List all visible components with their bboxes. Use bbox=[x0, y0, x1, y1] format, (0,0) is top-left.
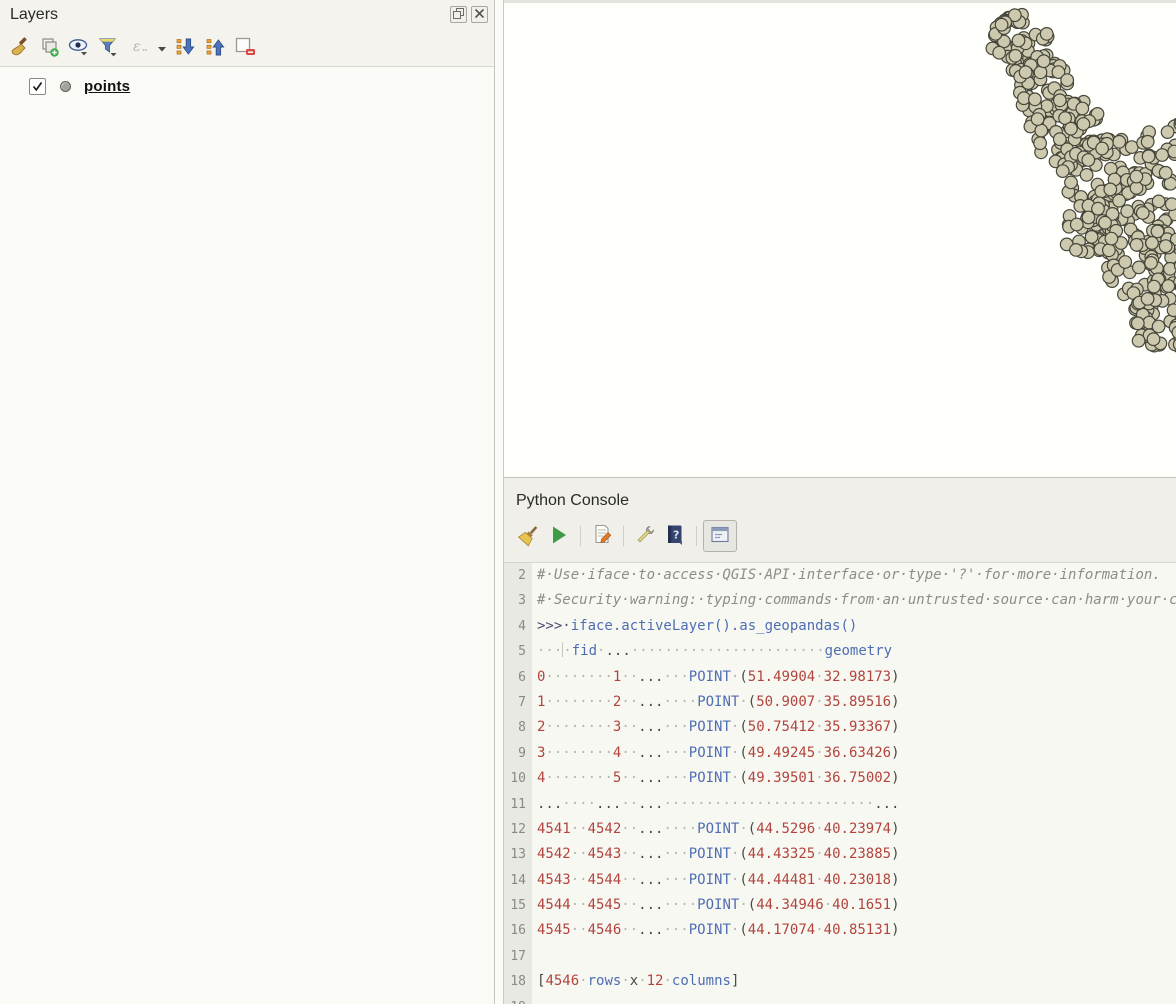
close-panel-button[interactable] bbox=[471, 6, 488, 23]
console-output[interactable]: 2#·Use·iface·to·access·QGIS·API·interfac… bbox=[504, 562, 1176, 1004]
svg-text:ε: ε bbox=[133, 39, 141, 55]
expand-all-icon bbox=[174, 36, 196, 61]
layer-row-points[interactable]: points bbox=[0, 73, 494, 99]
run-command-button[interactable] bbox=[544, 521, 574, 551]
layers-panel-title: Layers bbox=[10, 6, 58, 24]
console-line: 5····fid·...·······················geome… bbox=[504, 639, 1176, 664]
map-canvas[interactable] bbox=[504, 0, 1176, 478]
toolbar-separator bbox=[623, 526, 624, 546]
right-area: Python Console bbox=[504, 0, 1176, 1004]
collapse-all-button[interactable] bbox=[200, 34, 230, 62]
console-toggle-button[interactable] bbox=[703, 520, 737, 552]
console-line: 93········4··...···POINT·(49.49245·36.63… bbox=[504, 741, 1176, 766]
epsilon-icon: ε bbox=[130, 36, 148, 61]
console-window-icon bbox=[709, 524, 731, 549]
eye-icon bbox=[67, 36, 91, 61]
layers-panel: Layers bbox=[0, 0, 494, 1004]
python-console-toolbar: ? bbox=[514, 520, 737, 552]
console-line: 60········1··...···POINT·(51.49904·32.98… bbox=[504, 665, 1176, 690]
console-line: 104········5··...···POINT·(49.39501·36.7… bbox=[504, 766, 1176, 791]
panel-splitter[interactable] bbox=[494, 0, 504, 1004]
layer-visibility-checkbox[interactable] bbox=[29, 78, 46, 95]
console-line: 82········3··...···POINT·(50.75412·35.93… bbox=[504, 715, 1176, 740]
console-line: 19 bbox=[504, 995, 1176, 1004]
layer-label[interactable]: points bbox=[84, 78, 130, 95]
help-button[interactable]: ? bbox=[660, 521, 690, 551]
script-editor-icon bbox=[590, 523, 614, 550]
python-console-title: Python Console bbox=[516, 492, 629, 510]
console-line: 3#·Security·warning:·typing·commands·fro… bbox=[504, 588, 1176, 613]
console-line: 17 bbox=[504, 944, 1176, 969]
help-book-icon: ? bbox=[663, 523, 687, 550]
layers-toolbar: ε bbox=[4, 32, 260, 64]
console-line: 18[4546·rows·x·12·columns] bbox=[504, 969, 1176, 994]
paintbrush-icon bbox=[8, 36, 30, 61]
console-line: 164545··4546··...···POINT·(44.17074·40.8… bbox=[504, 918, 1176, 943]
remove-layer-button[interactable] bbox=[230, 34, 260, 62]
toolbar-separator bbox=[580, 526, 581, 546]
show-editor-button[interactable] bbox=[587, 521, 617, 551]
manage-map-themes-button[interactable] bbox=[64, 34, 94, 62]
layers-panel-titlebar: Layers bbox=[0, 0, 494, 32]
filter-legend-button[interactable] bbox=[94, 34, 124, 62]
console-line: 154544··4545··...····POINT·(44.34946·40.… bbox=[504, 893, 1176, 918]
chevron-down-icon bbox=[157, 41, 167, 56]
filter-expression-dropdown-button[interactable] bbox=[154, 34, 170, 62]
console-line: 134542··4543··...···POINT·(44.43325·40.2… bbox=[504, 842, 1176, 867]
filter-legend-expression-button[interactable]: ε bbox=[124, 34, 154, 62]
console-line: 124541··4542··...····POINT·(44.5296·40.2… bbox=[504, 817, 1176, 842]
play-icon bbox=[548, 524, 570, 549]
console-line: 11...····...··...·······················… bbox=[504, 792, 1176, 817]
add-group-icon bbox=[38, 36, 60, 61]
open-layer-styling-button[interactable] bbox=[4, 34, 34, 62]
float-icon bbox=[453, 7, 464, 22]
console-line: 2#·Use·iface·to·access·QGIS·API·interfac… bbox=[504, 563, 1176, 588]
console-line: 71········2··...····POINT·(50.9007·35.89… bbox=[504, 690, 1176, 715]
python-console-panel: Python Console bbox=[504, 478, 1176, 1004]
console-line: 4>>>·iface.activeLayer().as_geopandas() bbox=[504, 614, 1176, 639]
clear-console-button[interactable] bbox=[514, 521, 544, 551]
svg-text:?: ? bbox=[673, 528, 679, 541]
collapse-all-icon bbox=[204, 36, 226, 61]
check-icon bbox=[32, 81, 43, 92]
expand-all-button[interactable] bbox=[170, 34, 200, 62]
float-panel-button[interactable] bbox=[450, 6, 467, 23]
filter-icon bbox=[97, 36, 121, 61]
close-icon bbox=[474, 7, 485, 22]
broom-icon bbox=[517, 523, 541, 550]
toolbar-separator bbox=[696, 526, 697, 546]
console-line: 144543··4544··...···POINT·(44.44481·40.2… bbox=[504, 868, 1176, 893]
panel-window-buttons bbox=[450, 6, 488, 23]
remove-layer-icon bbox=[233, 36, 257, 61]
point-symbol-icon bbox=[60, 81, 71, 92]
wrench-icon bbox=[633, 523, 657, 550]
add-group-button[interactable] bbox=[34, 34, 64, 62]
map-points-layer bbox=[504, 3, 1176, 477]
options-button[interactable] bbox=[630, 521, 660, 551]
layer-tree: points bbox=[0, 66, 494, 1004]
